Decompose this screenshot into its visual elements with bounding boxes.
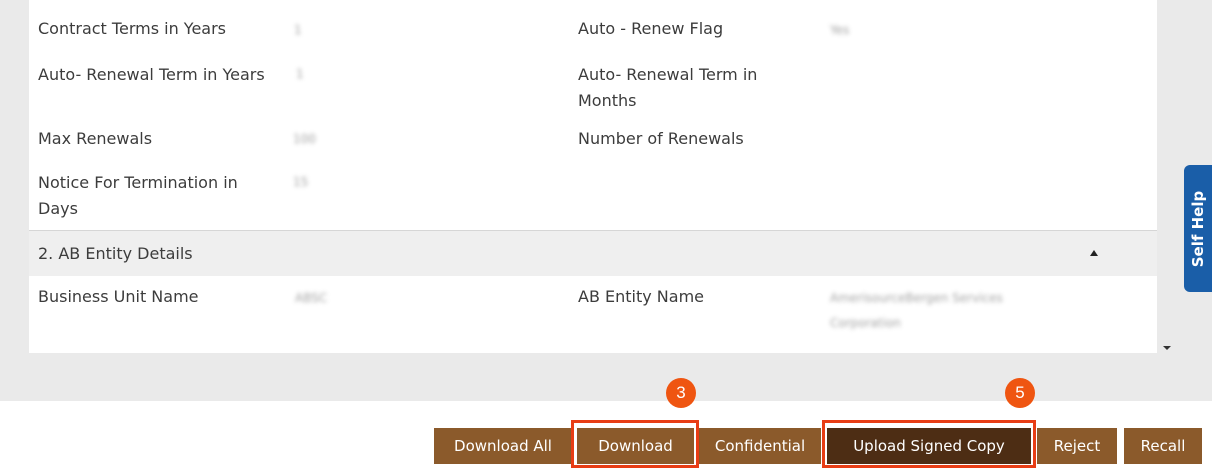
details-panel: Contract Terms in Years 1 Auto - Renew F… xyxy=(0,0,1212,401)
contract-terms-value: 1 xyxy=(294,23,302,37)
step-3-badge: 3 xyxy=(666,378,696,408)
section-title: 2. AB Entity Details xyxy=(38,244,193,263)
business-unit-value: ABSC xyxy=(295,291,328,305)
ab-entity-name-value-line1: AmerisourceBergen Services xyxy=(830,291,1003,305)
notice-termination-value: 15 xyxy=(293,175,309,189)
upload-highlight-box xyxy=(822,420,1036,468)
self-help-tab[interactable]: Self Help xyxy=(1184,165,1212,292)
collapse-arrow-icon[interactable] xyxy=(1090,250,1098,256)
renewal-term-years-value: 1 xyxy=(296,67,304,81)
auto-renew-flag-value: Yes xyxy=(830,23,850,37)
notice-termination-label-line1: Notice For Termination in xyxy=(38,173,238,192)
renewal-term-months-label-line2: Months xyxy=(578,91,637,110)
step-5-badge: 5 xyxy=(1005,378,1035,408)
notice-termination-label-line2: Days xyxy=(38,199,78,218)
business-unit-label: Business Unit Name xyxy=(38,287,199,306)
renewal-term-months-label-line1: Auto- Renewal Term in xyxy=(578,65,758,84)
number-of-renewals-label: Number of Renewals xyxy=(578,129,744,148)
reject-button[interactable]: Reject xyxy=(1037,428,1117,464)
ab-entity-name-label: AB Entity Name xyxy=(578,287,705,306)
recall-button[interactable]: Recall xyxy=(1124,428,1202,464)
ab-entity-section-header[interactable]: 2. AB Entity Details xyxy=(29,230,1157,276)
details-scroll-area[interactable]: Contract Terms in Years 1 Auto - Renew F… xyxy=(29,0,1157,353)
self-help-label: Self Help xyxy=(1189,190,1207,267)
ab-entity-name-value-line2: Corporation xyxy=(830,316,901,330)
scroll-down-arrow-icon[interactable] xyxy=(1163,346,1171,350)
confidential-button[interactable]: Confidential xyxy=(699,428,821,464)
download-highlight-box xyxy=(571,420,699,468)
renewal-term-years-label: Auto- Renewal Term in Years xyxy=(38,65,265,84)
max-renewals-value: 100 xyxy=(293,132,316,146)
contract-terms-label: Contract Terms in Years xyxy=(38,19,226,38)
auto-renew-flag-label: Auto - Renew Flag xyxy=(578,19,724,38)
download-all-button[interactable]: Download All xyxy=(434,428,572,464)
max-renewals-label: Max Renewals xyxy=(38,129,153,148)
